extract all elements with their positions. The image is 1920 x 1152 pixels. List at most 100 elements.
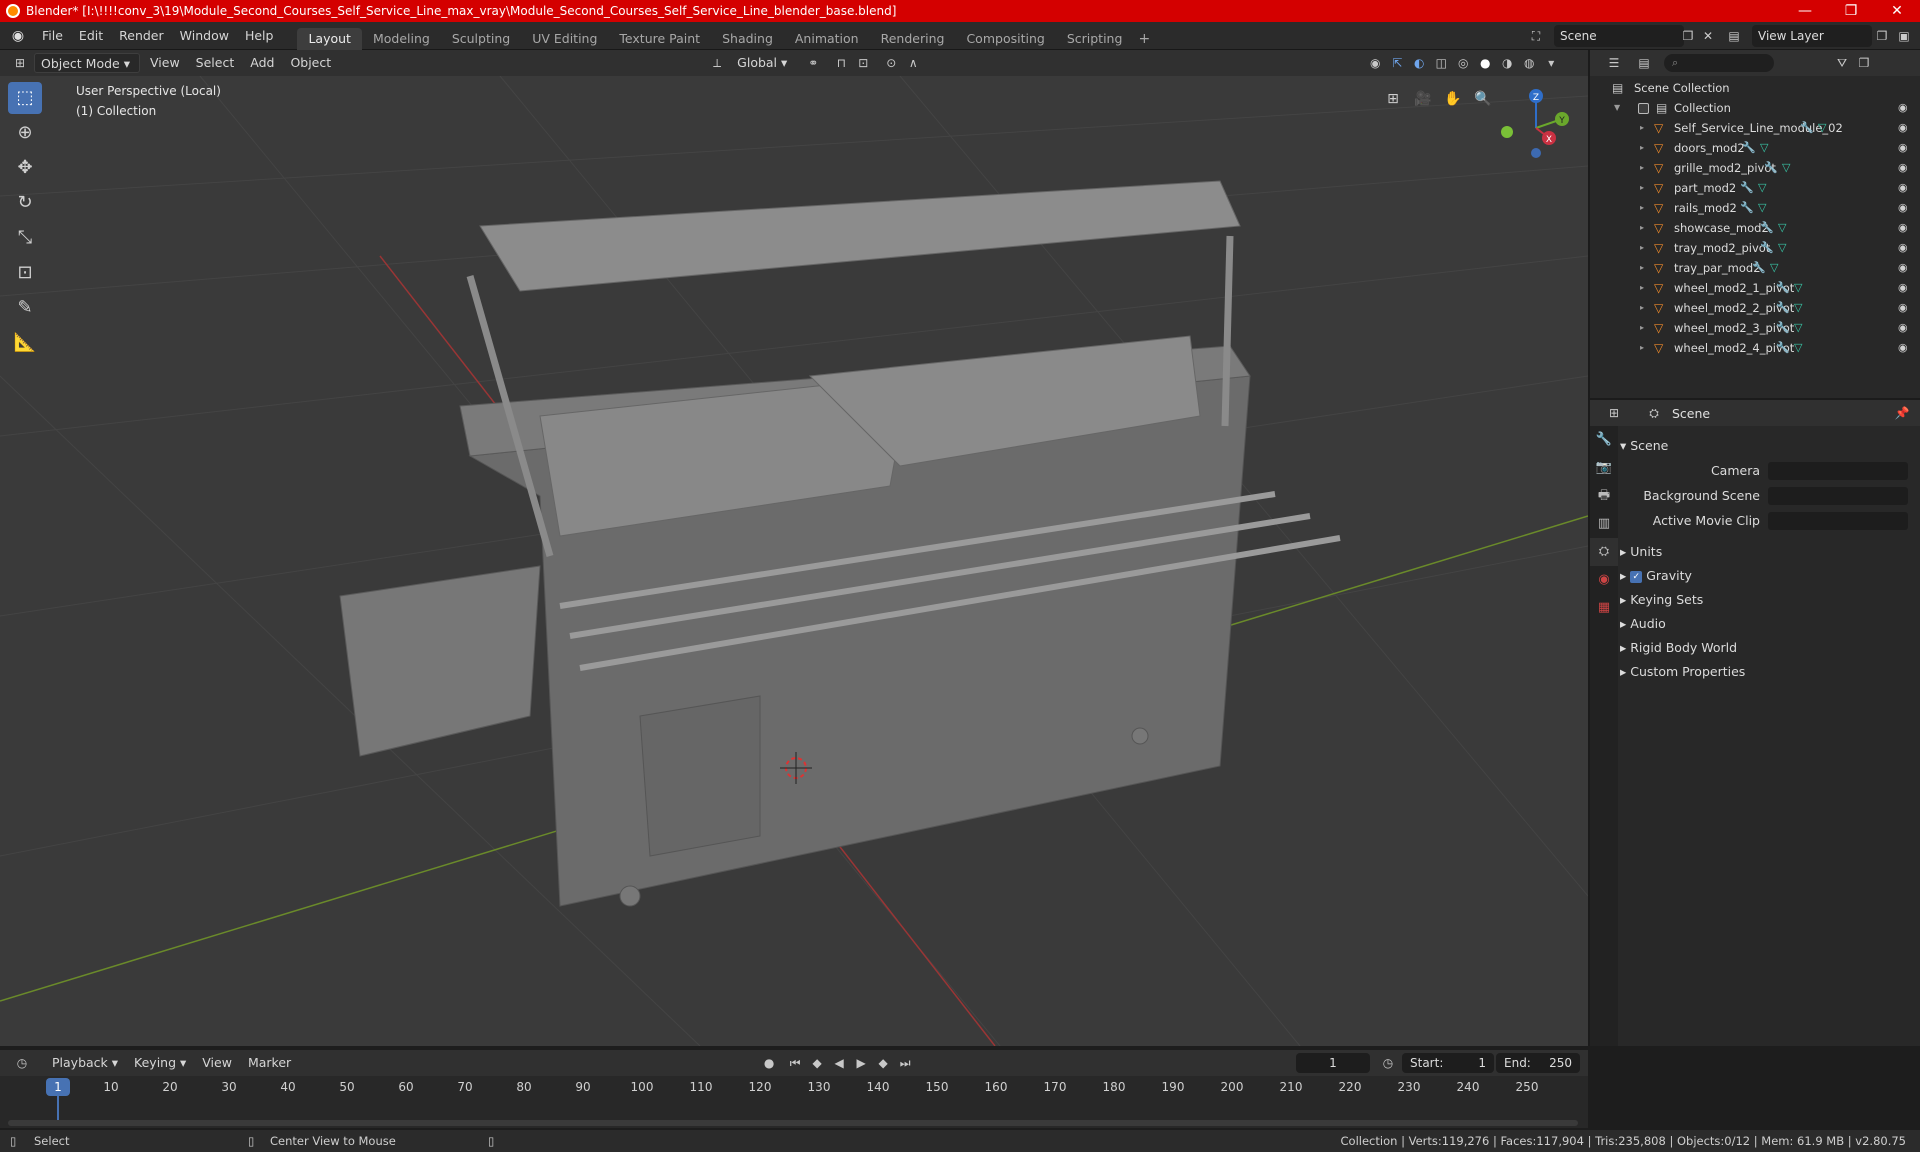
select-box-tool-icon[interactable]: ⬚ [8, 82, 42, 114]
move-tool-icon[interactable]: ✥ [8, 152, 42, 184]
menu-window[interactable]: Window [172, 24, 237, 48]
modifier-icon[interactable]: 🔧 [1776, 338, 1790, 358]
mesh-data-icon[interactable]: ▽ [1794, 338, 1802, 358]
scene-browse-icon[interactable]: ⛶ [1526, 26, 1546, 46]
eye-icon[interactable]: ◉ [1898, 278, 1908, 298]
menu-edit[interactable]: Edit [71, 24, 111, 48]
scene-name-field[interactable]: Scene [1554, 25, 1684, 47]
units-panel-header[interactable]: ▸ Units [1620, 540, 1920, 564]
outliner-item-8[interactable]: ▸ ▽ wheel_mod2_1_pivot 🔧 ▽ ◉ [1590, 278, 1920, 298]
eye-icon[interactable]: ◉ [1898, 238, 1908, 258]
outliner-item-11[interactable]: ▸ ▽ wheel_mod2_4_pivot 🔧 ▽ ◉ [1590, 338, 1920, 358]
outliner-editor-type-icon[interactable]: ☰ [1604, 53, 1624, 73]
menu-view[interactable]: View [144, 53, 186, 73]
menu-object[interactable]: Object [284, 53, 337, 73]
mesh-data-icon[interactable]: ▽ [1794, 318, 1802, 338]
expand-object-icon[interactable]: ▸ [1640, 258, 1644, 278]
expand-object-icon[interactable]: ▸ [1640, 178, 1644, 198]
custom-properties-panel-header[interactable]: ▸ Custom Properties [1620, 660, 1920, 684]
filter-icon[interactable]: ⛛ [1832, 53, 1852, 73]
jump-end-icon[interactable]: ⏭ [895, 1053, 915, 1073]
start-frame-field[interactable]: Start: 1 [1402, 1053, 1494, 1073]
modifier-icon[interactable]: 🔧 [1760, 218, 1774, 238]
tab-texture-paint[interactable]: Texture Paint [608, 28, 711, 50]
outliner-item-10[interactable]: ▸ ▽ wheel_mod2_3_pivot 🔧 ▽ ◉ [1590, 318, 1920, 338]
outliner-item-5[interactable]: ▸ ▽ showcase_mod2 🔧 ▽ ◉ [1590, 218, 1920, 238]
cursor-tool-icon[interactable]: ⊕ [8, 117, 42, 149]
remove-view-layer-icon[interactable]: ▣ [1894, 26, 1914, 46]
output-tab-icon[interactable]: 🖶 [1590, 482, 1618, 510]
expand-object-icon[interactable]: ▸ [1640, 198, 1644, 218]
xray-icon[interactable]: ◫ [1431, 53, 1451, 73]
visibility-icon[interactable]: ◉ [1365, 53, 1385, 73]
tab-animation[interactable]: Animation [784, 28, 870, 50]
modifier-icon[interactable]: 🔧 [1740, 198, 1754, 218]
audio-panel-header[interactable]: ▸ Audio [1620, 612, 1920, 636]
keying-sets-panel-header[interactable]: ▸ Keying Sets [1620, 588, 1920, 612]
snap-target-icon[interactable]: ⊡ [853, 53, 873, 73]
tab-compositing[interactable]: Compositing [955, 28, 1055, 50]
outliner-item-6[interactable]: ▸ ▽ tray_mod2_pivot 🔧 ▽ ◉ [1590, 238, 1920, 258]
modifier-icon[interactable]: 🔧 [1760, 238, 1774, 258]
current-frame-field[interactable]: 1 [1296, 1053, 1370, 1073]
menu-file[interactable]: File [34, 24, 71, 48]
expand-object-icon[interactable]: ▸ [1640, 338, 1644, 358]
timeline-view-menu[interactable]: View [196, 1053, 238, 1073]
eye-icon[interactable]: ◉ [1898, 198, 1908, 218]
tool-tab-icon[interactable]: 🔧 [1590, 426, 1618, 454]
close-button[interactable]: ✕ [1874, 3, 1920, 19]
camera-view-icon[interactable]: 🎥 [1410, 86, 1436, 112]
new-scene-icon[interactable]: ❐ [1678, 26, 1698, 46]
zoom-view-icon[interactable]: 🔍 [1470, 86, 1496, 112]
overlay-icon[interactable]: ◐ [1409, 53, 1429, 73]
mesh-data-icon[interactable]: ▽ [1794, 298, 1802, 318]
outliner-item-7[interactable]: ▸ ▽ tray_par_mod2 🔧 ▽ ◉ [1590, 258, 1920, 278]
solid-shading-icon[interactable]: ● [1475, 53, 1495, 73]
texture-tab-icon[interactable]: ▦ [1590, 594, 1618, 622]
object-mode-dropdown[interactable]: Object Mode ▾ [34, 53, 140, 73]
remove-scene-icon[interactable]: ✕ [1698, 26, 1718, 46]
tab-modeling[interactable]: Modeling [362, 28, 441, 50]
expand-object-icon[interactable]: ▸ [1640, 158, 1644, 178]
menu-help[interactable]: Help [237, 24, 282, 48]
blender-menu-icon[interactable]: ◉ [10, 28, 26, 44]
render-tab-icon[interactable]: 📷 [1590, 454, 1618, 482]
playback-menu[interactable]: Playback ▾ [46, 1053, 124, 1073]
scene-panel-header[interactable]: ▾ Scene [1620, 434, 1920, 458]
material-shading-icon[interactable]: ◑ [1497, 53, 1517, 73]
modifier-icon[interactable]: 🔧 [1776, 278, 1790, 298]
falloff-icon[interactable]: ∧ [903, 53, 923, 73]
marker-menu[interactable]: Marker [242, 1053, 297, 1073]
tab-sculpting[interactable]: Sculpting [441, 28, 521, 50]
expand-object-icon[interactable]: ▸ [1640, 278, 1644, 298]
eye-icon[interactable]: ◉ [1898, 178, 1908, 198]
mesh-data-icon[interactable]: ▽ [1778, 218, 1786, 238]
playhead-frame[interactable]: 1 [46, 1078, 70, 1096]
mesh-data-icon[interactable]: ▽ [1758, 198, 1766, 218]
outliner-scene-collection[interactable]: ▤ Scene Collection [1590, 78, 1920, 98]
expand-object-icon[interactable]: ▸ [1640, 218, 1644, 238]
pivot-icon[interactable]: ⚭ [803, 53, 823, 73]
jump-start-icon[interactable]: ⏮ [785, 1053, 805, 1073]
tab-rendering[interactable]: Rendering [870, 28, 956, 50]
outliner-item-0[interactable]: ▸ ▽ Self_Service_Line_module_02 🔧 ▽ ◉ [1590, 118, 1920, 138]
eye-icon[interactable]: ◉ [1898, 318, 1908, 338]
expand-object-icon[interactable]: ▸ [1640, 318, 1644, 338]
tab-uv-editing[interactable]: UV Editing [521, 28, 608, 50]
proportional-edit-icon[interactable]: ⊙ [881, 53, 901, 73]
scene-tab-icon[interactable]: ⛭ [1590, 538, 1618, 566]
outliner-item-1[interactable]: ▸ ▽ doors_mod2 🔧 ▽ ◉ [1590, 138, 1920, 158]
eye-icon[interactable]: ◉ [1898, 118, 1908, 138]
new-collection-icon[interactable]: ❐ [1854, 53, 1874, 73]
expand-object-icon[interactable]: ▸ [1640, 298, 1644, 318]
play-icon[interactable]: ▶ [851, 1053, 871, 1073]
transform-tool-icon[interactable]: ⊡ [8, 257, 42, 289]
rotate-tool-icon[interactable]: ↻ [8, 187, 42, 219]
modifier-icon[interactable]: 🔧 [1800, 118, 1814, 138]
add-workspace-icon[interactable]: + [1133, 28, 1155, 50]
pin-icon[interactable]: 📌 [1892, 403, 1912, 423]
gravity-panel-header[interactable]: ▸ ✓ Gravity [1620, 564, 1920, 588]
active-movie-clip-field[interactable] [1768, 512, 1908, 530]
play-reverse-icon[interactable]: ◀ [829, 1053, 849, 1073]
modifier-icon[interactable]: 🔧 [1776, 318, 1790, 338]
